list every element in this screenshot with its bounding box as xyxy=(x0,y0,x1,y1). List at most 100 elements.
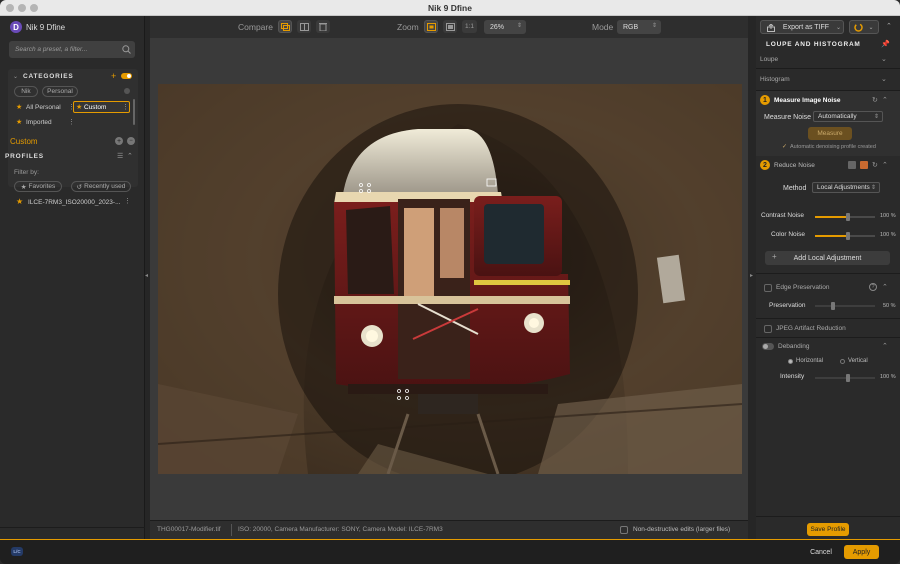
compare-trash-button[interactable] xyxy=(316,20,330,33)
status-info: ISO: 20000, Camera Manufacturer: SONY, C… xyxy=(238,526,443,533)
help-icon[interactable]: ? xyxy=(869,283,877,291)
compare-single-button[interactable] xyxy=(278,20,292,33)
app-name: Nik 9 Dfine xyxy=(26,23,66,32)
reset-icon[interactable]: ↻ xyxy=(872,161,878,169)
reset-icon[interactable]: ↻ xyxy=(872,96,878,104)
mask-view-icon[interactable] xyxy=(848,161,856,169)
export-button[interactable]: Export as TIFF xyxy=(760,20,844,34)
filter-recently-used[interactable]: ↺ Recently used xyxy=(71,181,131,192)
more-icon[interactable]: ⋮ xyxy=(68,118,75,126)
slider-handle[interactable] xyxy=(846,213,850,221)
category-item-imported[interactable]: ★ Imported ⋮ xyxy=(12,116,75,128)
category-item-all-personal[interactable]: ★ All Personal ⋮ xyxy=(12,101,75,113)
collapse-section-icon[interactable]: ⌃ xyxy=(882,283,888,291)
preservation-slider[interactable] xyxy=(815,302,875,310)
presets-history-button[interactable]: ⌄ xyxy=(849,20,879,34)
collapse-section-icon[interactable]: ⌃ xyxy=(882,161,888,169)
save-profile-button[interactable]: Save Profile xyxy=(807,523,849,536)
check-icon: ✓ xyxy=(782,144,788,150)
lc-badge-icon[interactable]: L/C xyxy=(11,547,23,556)
histogram-label[interactable]: Histogram xyxy=(760,76,790,83)
collapse-section-icon[interactable]: ⌃ xyxy=(882,342,888,350)
slider-handle[interactable] xyxy=(846,374,850,382)
chip-personal[interactable]: Personal xyxy=(42,86,78,97)
measure-noise-label: Measure Noise xyxy=(764,114,812,121)
method-value: Local Adjustments xyxy=(817,184,870,191)
zoom-fill-button[interactable] xyxy=(443,20,457,33)
export-label: Export as TIFF xyxy=(782,23,830,31)
measure-section: 1 Measure Image Noise ↻ ⌃ Measure Noise … xyxy=(756,91,900,156)
contrast-noise-value: 100 % xyxy=(880,213,896,219)
color-noise-slider[interactable] xyxy=(815,232,875,240)
zoom-select[interactable]: 26% ⇕ xyxy=(484,20,526,34)
cancel-button[interactable]: Cancel xyxy=(805,546,837,559)
profiles-menu-icon[interactable]: ☰ xyxy=(117,152,123,160)
apply-button[interactable]: Apply xyxy=(844,545,879,559)
more-icon[interactable]: ⋮ xyxy=(122,103,129,111)
collapse-right-icon[interactable]: ▸ xyxy=(750,272,753,279)
slider-handle[interactable] xyxy=(831,302,835,310)
zoom-fit-button[interactable] xyxy=(424,20,438,33)
collapse-panel-icon[interactable]: ⌃ xyxy=(886,22,892,30)
star-icon: ★ xyxy=(16,197,24,206)
zoom-ratio-button[interactable]: 1:1 xyxy=(462,20,477,33)
categories-toggle[interactable] xyxy=(121,73,132,79)
app-window: Nik 9 Dfine D Nik 9 Dfine Search a prese… xyxy=(0,0,900,564)
collapse-section-icon[interactable]: ⌃ xyxy=(882,96,888,104)
profile-item[interactable]: ILCE-7RM3_ISO20000_2023-... xyxy=(28,199,121,206)
chip-nik[interactable]: Nik xyxy=(14,86,38,97)
add-category-icon[interactable]: + xyxy=(111,71,116,81)
step-2-title: Reduce Noise xyxy=(774,162,815,169)
add-preset-icon[interactable]: + xyxy=(115,137,123,145)
edge-preservation-checkbox[interactable] xyxy=(764,284,772,292)
status-filename: THG00017-Modifier.tif xyxy=(157,526,221,533)
jpeg-artifact-checkbox[interactable] xyxy=(764,325,772,333)
pin-icon[interactable]: 📌 xyxy=(881,40,890,48)
loupe-label[interactable]: Loupe xyxy=(760,56,778,63)
compare-split-button[interactable] xyxy=(297,20,311,33)
slider-handle[interactable] xyxy=(846,232,850,240)
export-icon xyxy=(767,24,775,32)
horizontal-radio[interactable] xyxy=(788,359,793,364)
vertical-radio[interactable] xyxy=(840,359,845,364)
right-panel: Export as TIFF ⌄ ⌄ ⌃ LOUPE AND HISTOGRAM… xyxy=(756,16,900,539)
collapse-left-icon[interactable]: ◂ xyxy=(145,272,148,279)
export-dropdown-icon[interactable]: ⌄ xyxy=(833,20,844,34)
chevron-down-icon[interactable]: ⌄ xyxy=(881,55,887,63)
plus-icon: + xyxy=(772,252,777,261)
horizontal-label: Horizontal xyxy=(796,358,824,364)
contrast-noise-label: Contrast Noise xyxy=(761,212,804,219)
chips-more-icon[interactable] xyxy=(124,88,130,94)
color-view-icon[interactable] xyxy=(860,161,868,169)
slider-fill xyxy=(815,216,847,218)
search-box[interactable]: Search a preset, a filter... xyxy=(9,41,135,58)
filter-favorites[interactable]: ★ Favorites xyxy=(14,181,62,192)
add-local-label: Add Local Adjustment xyxy=(793,254,862,262)
debanding-toggle[interactable] xyxy=(762,343,774,350)
profile-more-icon[interactable]: ⋮ xyxy=(124,197,131,205)
step-1-title: Measure Image Noise xyxy=(774,97,841,104)
preservation-value: 50 % xyxy=(883,303,896,309)
toolbar: Compare Zoom 1:1 26% ⇕ Mode RGB ⇕ xyxy=(150,16,748,38)
mode-select[interactable]: RGB ⇕ xyxy=(617,20,661,34)
compare-label: Compare xyxy=(238,22,273,32)
measure-noise-select[interactable]: Automatically ⇕ xyxy=(813,111,883,122)
categories-scrollbar[interactable] xyxy=(133,99,135,125)
remove-preset-icon[interactable]: − xyxy=(127,137,135,145)
add-local-adjustment-button[interactable]: + Add Local Adjustment xyxy=(765,251,890,265)
category-item-custom[interactable]: ★ Custom ⋮ xyxy=(73,101,130,113)
measure-button[interactable]: Measure xyxy=(808,127,852,140)
intensity-slider[interactable] xyxy=(815,374,875,382)
contrast-noise-slider[interactable] xyxy=(815,213,875,221)
image-preview[interactable] xyxy=(158,84,742,474)
measure-noise-value: Automatically xyxy=(818,113,857,120)
chevron-down-icon[interactable]: ⌄ xyxy=(881,75,887,83)
collapse-categories-icon[interactable]: ⌄ xyxy=(13,73,18,80)
debanding-label: Debanding xyxy=(778,343,810,350)
search-input[interactable]: Search a preset, a filter... xyxy=(15,46,87,53)
nondestructive-checkbox[interactable] xyxy=(620,526,628,534)
split-view-icon xyxy=(299,22,309,31)
method-select[interactable]: Local Adjustments ⇕ xyxy=(812,182,880,193)
collapse-profiles-icon[interactable]: ⌃ xyxy=(127,152,133,160)
app-logo-icon: D xyxy=(10,21,22,33)
